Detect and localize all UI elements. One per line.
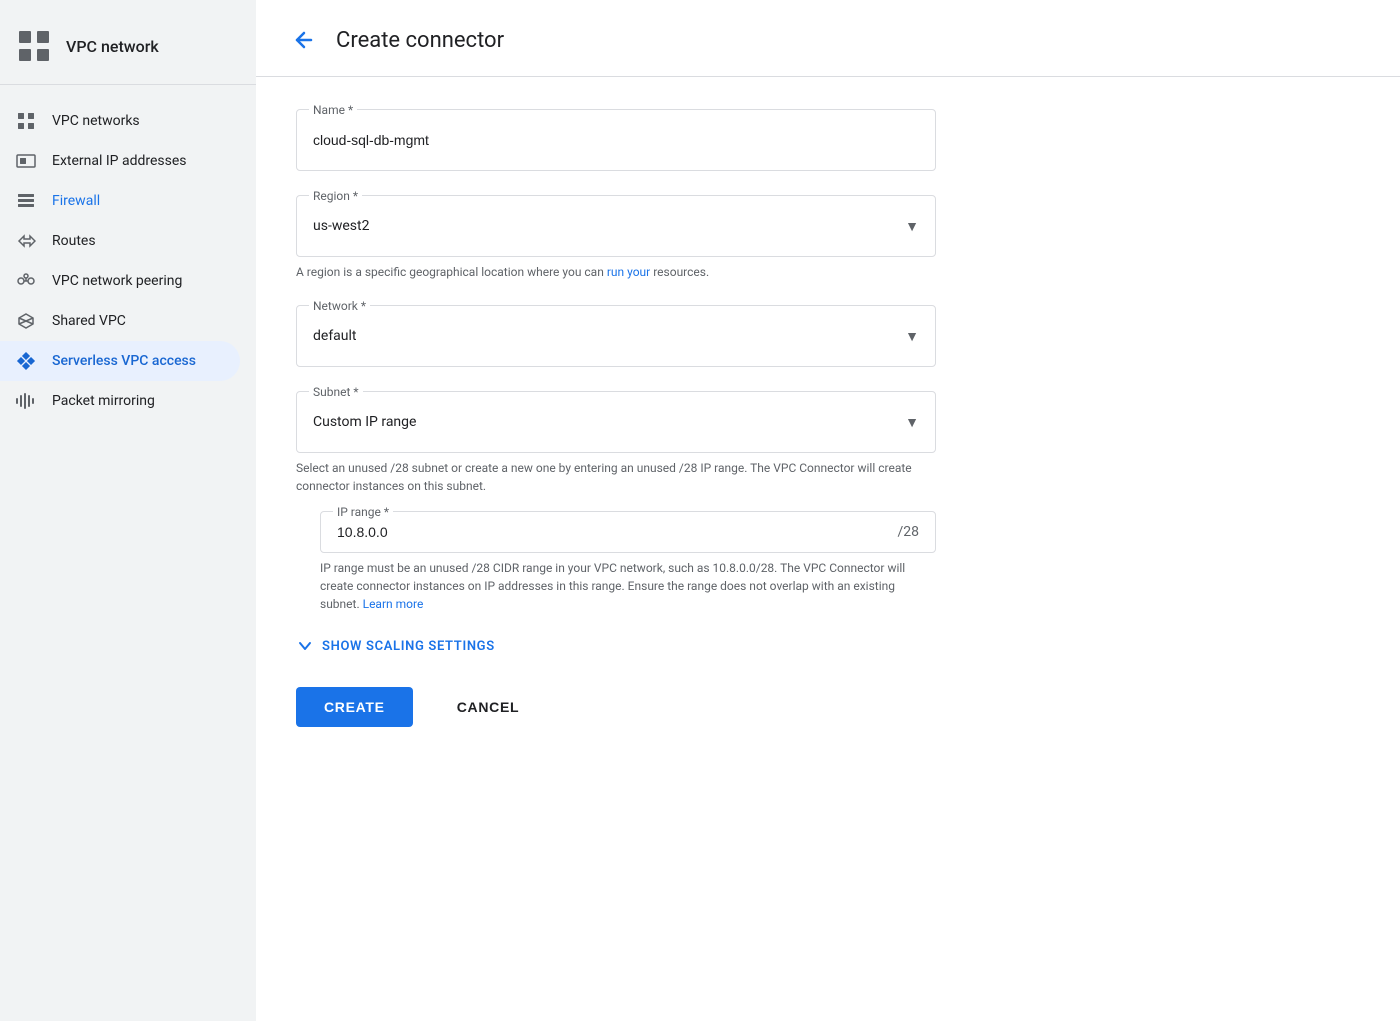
packet-mirroring-icon: [16, 391, 36, 411]
sidebar-item-serverless-vpc-label: Serverless VPC access: [52, 353, 196, 369]
subnet-group: Subnet * Custom IP range ▼ Select an unu…: [296, 391, 936, 613]
network-group: Network * default ▼: [296, 305, 936, 367]
region-helper-link[interactable]: run your: [607, 265, 650, 279]
sidebar-item-vpc-networks-label: VPC networks: [52, 113, 140, 129]
subnet-value: Custom IP range: [313, 408, 416, 436]
network-label: Network *: [309, 298, 370, 315]
name-value: [313, 118, 919, 154]
show-scaling-button[interactable]: SHOW SCALING SETTINGS: [296, 637, 936, 655]
sidebar-item-vpc-networks[interactable]: VPC networks: [0, 101, 240, 141]
subnet-dropdown-icon[interactable]: ▼: [905, 414, 919, 431]
sidebar-item-firewall-label: Firewall: [52, 193, 100, 209]
sidebar-divider: [0, 84, 256, 85]
sidebar-item-shared-vpc[interactable]: Shared VPC: [0, 301, 240, 341]
name-label: Name *: [309, 102, 357, 119]
sidebar-item-packet-mirroring[interactable]: Packet mirroring: [0, 381, 240, 421]
ip-range-input[interactable]: [337, 524, 897, 540]
region-value: us-west2: [313, 212, 369, 240]
shared-vpc-icon: [16, 311, 36, 331]
ip-range-learn-more-link[interactable]: Learn more: [363, 597, 424, 611]
show-scaling-label: SHOW SCALING SETTINGS: [322, 639, 495, 654]
region-select-wrapper: us-west2 ▼: [313, 204, 919, 240]
vpc-peering-icon: [16, 271, 36, 291]
form-container: Name * Region * us-west2 ▼ A region is a: [256, 77, 976, 767]
sidebar-item-vpc-peering-label: VPC network peering: [52, 273, 182, 289]
ip-range-box: IP range * /28: [320, 511, 936, 553]
network-select-wrapper: default ▼: [313, 314, 919, 350]
sidebar-item-external-ip-label: External IP addresses: [52, 153, 187, 169]
region-field-box: Region * us-west2 ▼: [296, 195, 936, 257]
ip-range-inner: /28: [321, 512, 935, 552]
region-group: Region * us-west2 ▼ A region is a specif…: [296, 195, 936, 281]
sidebar-nav: VPC networks External IP addresses: [0, 93, 256, 429]
sidebar-item-serverless-vpc[interactable]: Serverless VPC access: [0, 341, 240, 381]
routes-icon: [16, 231, 36, 251]
firewall-icon: [16, 191, 36, 211]
sidebar: VPC network VPC networks: [0, 0, 256, 1021]
vpc-networks-icon: [16, 111, 36, 131]
sidebar-item-packet-mirroring-label: Packet mirroring: [52, 393, 155, 409]
region-helper: A region is a specific geographical loca…: [296, 263, 936, 281]
ip-range-helper: IP range must be an unused /28 CIDR rang…: [320, 559, 936, 613]
sidebar-item-vpc-peering[interactable]: VPC network peering: [0, 261, 240, 301]
form-actions: CREATE CANCEL: [296, 687, 936, 727]
vpc-network-logo: [16, 28, 52, 64]
page-title: Create connector: [336, 28, 504, 53]
sidebar-item-external-ip[interactable]: External IP addresses: [0, 141, 240, 181]
sidebar-item-routes[interactable]: Routes: [0, 221, 240, 261]
sidebar-title: VPC network: [66, 37, 159, 56]
main-content: Create connector Name * Region * us-west…: [256, 0, 1400, 1021]
page-header: Create connector: [256, 0, 1400, 77]
ip-range-label: IP range *: [333, 504, 393, 521]
region-dropdown-icon[interactable]: ▼: [905, 218, 919, 235]
region-label: Region *: [309, 188, 362, 205]
chevron-down-icon: [296, 637, 314, 655]
sidebar-item-routes-label: Routes: [52, 233, 96, 249]
subnet-label: Subnet *: [309, 384, 363, 401]
subnet-select-wrapper: Custom IP range ▼: [313, 400, 919, 436]
sidebar-item-firewall[interactable]: Firewall: [0, 181, 240, 221]
cancel-button[interactable]: CANCEL: [429, 687, 548, 727]
create-button[interactable]: CREATE: [296, 687, 413, 727]
back-button[interactable]: [288, 24, 320, 56]
sidebar-header: VPC network: [0, 16, 256, 84]
name-group: Name *: [296, 109, 936, 171]
serverless-vpc-icon: [16, 351, 36, 371]
name-input[interactable]: [313, 126, 919, 154]
network-dropdown-icon[interactable]: ▼: [905, 328, 919, 345]
name-field-box: Name *: [296, 109, 936, 171]
sidebar-item-shared-vpc-label: Shared VPC: [52, 313, 126, 329]
subnet-helper: Select an unused /28 subnet or create a …: [296, 459, 936, 495]
ip-range-suffix: /28: [897, 524, 919, 540]
network-value: default: [313, 322, 357, 350]
external-ip-icon: [16, 151, 36, 171]
network-field-box: Network * default ▼: [296, 305, 936, 367]
subnet-field-box: Subnet * Custom IP range ▼: [296, 391, 936, 453]
